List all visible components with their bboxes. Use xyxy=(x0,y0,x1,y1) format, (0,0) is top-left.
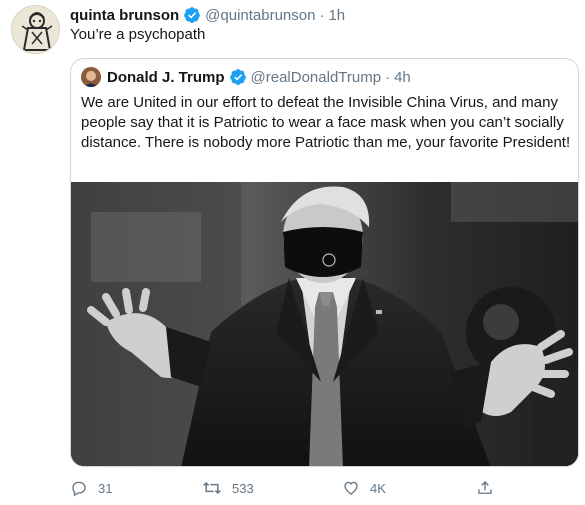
reply-button[interactable]: 31 xyxy=(70,478,112,498)
verified-badge-icon xyxy=(229,68,247,86)
reply-icon xyxy=(72,481,86,497)
quoted-avatar-icon xyxy=(81,67,101,87)
quoted-author-name[interactable]: Donald J. Trump xyxy=(107,69,225,86)
author-name[interactable]: quinta brunson xyxy=(70,7,179,24)
share-button[interactable] xyxy=(476,478,504,498)
quoted-tweet[interactable]: Donald J. Trump @realDonaldTrump · 4h We… xyxy=(70,58,579,467)
reply-count: 31 xyxy=(98,480,113,496)
tweet-actions: 31 533 4K xyxy=(70,478,510,498)
author-avatar[interactable] xyxy=(11,5,60,54)
avatar-illustration-icon xyxy=(12,6,59,53)
separator-dot: · xyxy=(385,68,391,86)
share-icon xyxy=(478,481,492,494)
tweet-time[interactable]: 1h xyxy=(328,7,345,24)
like-button[interactable]: 4K xyxy=(342,478,386,498)
retweet-icon xyxy=(203,481,221,495)
heart-icon xyxy=(344,481,358,495)
retweet-count: 533 xyxy=(232,480,254,496)
quoted-tweet-text: We are United in our effort to defeat th… xyxy=(81,94,571,151)
author-handle[interactable]: @quintabrunson xyxy=(205,7,315,24)
like-count: 4K xyxy=(370,480,386,496)
tweet-text: You’re a psychopath xyxy=(70,26,206,43)
quoted-author-avatar[interactable] xyxy=(81,67,101,87)
quoted-tweet-photo[interactable] xyxy=(71,182,578,466)
separator-dot: · xyxy=(319,6,325,24)
quoted-tweet-header: Donald J. Trump @realDonaldTrump · 4h xyxy=(81,67,411,87)
retweet-button[interactable]: 533 xyxy=(202,478,254,498)
photo-man-in-mask-image xyxy=(71,182,578,466)
quoted-author-handle[interactable]: @realDonaldTrump xyxy=(251,69,382,86)
verified-badge-icon xyxy=(183,6,201,24)
tweet-header: quinta brunson @quintabrunson · 1h xyxy=(70,5,345,25)
quoted-tweet-time[interactable]: 4h xyxy=(394,69,411,86)
tweet[interactable]: quinta brunson @quintabrunson · 1h You’r… xyxy=(0,0,585,505)
